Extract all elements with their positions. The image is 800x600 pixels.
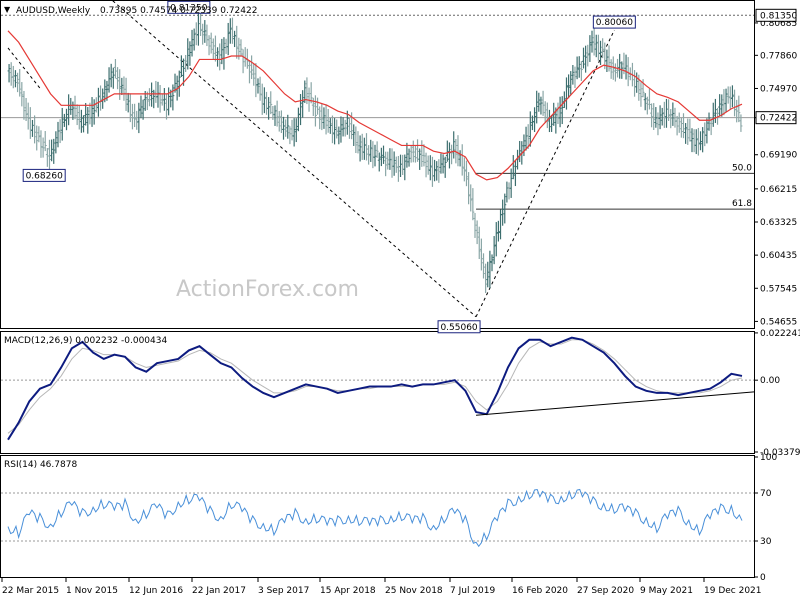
macd-main-line (7, 336, 743, 441)
x-tick-label: 15 Apr 2018 (320, 586, 376, 596)
rsi-layer: 100 70 30 0 (1, 453, 777, 583)
price-y-tick-label: 0.57545 (760, 284, 797, 294)
rsi-panel-frame (0, 455, 755, 578)
top-level-axis-label: 0.81350 (760, 11, 797, 21)
price-y-tick-label: 0.54655 (760, 317, 797, 327)
x-tick-label: 1 Nov 2015 (66, 586, 118, 596)
price-y-tick-label: 0.66215 (760, 185, 797, 195)
annotation-label: 0.80060 (596, 18, 633, 28)
rsi-y-tick-label: 0 (760, 573, 766, 583)
x-tick-label: 9 May 2021 (640, 586, 693, 596)
rsi-label: RSI(14) 46.7878 (4, 460, 77, 470)
collapse-triangle-icon[interactable]: ▼ (4, 5, 11, 14)
watermark: ActionForex.com (176, 277, 359, 302)
x-tick-label: 22 Mar 2015 (2, 586, 59, 596)
annotation-label: 0.55060 (440, 323, 477, 333)
x-axis: 22 Mar 2015 1 Nov 2015 12 Jun 2016 22 Jan 2… (1, 578, 762, 596)
price-y-tick-label: 0.74970 (760, 84, 797, 94)
macd-trendline (476, 391, 755, 416)
x-tick-label: 25 Nov 2018 (385, 586, 443, 596)
rsi-y-tick-label: 100 (760, 453, 777, 463)
fib-level-label: 61.8 (732, 199, 752, 209)
x-tick-label: 3 Sep 2017 (258, 586, 309, 596)
symbol-label: AUDUSD,Weekly (16, 6, 91, 16)
rsi-line (7, 488, 743, 548)
price-layer: 50.061.80.813500.682600.800600.550600.80… (1, 0, 797, 334)
price-y-tick-label: 0.63325 (760, 218, 797, 228)
macd-y-tick-label: 0.022241 (760, 329, 800, 339)
x-tick-label: 22 Jan 2017 (192, 586, 246, 596)
last-price-axis-label: 0.72422 (760, 114, 797, 124)
macd-layer: 0.0222410.00-0.033799 (1, 329, 800, 458)
price-y-tick-label: 0.60435 (760, 251, 797, 261)
macd-y-tick-label: 0.00 (760, 376, 780, 386)
x-tick-label: 27 Sep 2020 (577, 586, 634, 596)
chart-canvas: 50.061.80.813500.682600.800600.550600.80… (0, 0, 800, 596)
x-tick-label: 16 Feb 2020 (512, 586, 568, 596)
rsi-y-tick-label: 70 (760, 489, 772, 499)
rsi-y-tick-label: 30 (760, 537, 772, 547)
price-panel-frame (0, 0, 755, 329)
x-tick-label: 19 Dec 2021 (704, 586, 762, 596)
price-y-tick-label: 0.77860 (760, 51, 797, 61)
x-tick-label: 7 Jul 2019 (450, 586, 495, 596)
ohlc-label: 0.73895 0.74574 0.72339 0.72422 (100, 6, 257, 16)
x-tick-label: 12 Jun 2016 (129, 586, 183, 596)
annotation-label: 0.68260 (26, 171, 63, 181)
price-y-tick-label: 0.69190 (760, 151, 797, 161)
fib-level-label: 50.0 (732, 163, 752, 173)
macd-panel-frame (0, 331, 755, 454)
macd-label: MACD(12,26,9) 0.002232 -0.000434 (4, 336, 167, 346)
